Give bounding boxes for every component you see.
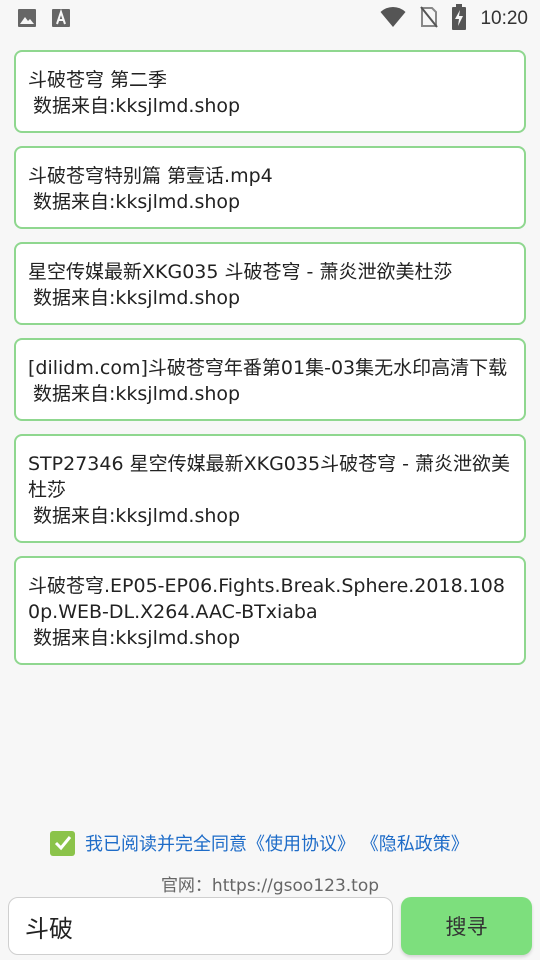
no-sim-icon: [420, 5, 439, 33]
result-source: 数据来自:kksjlmd.shop: [33, 287, 241, 309]
result-title: 斗破苍穹.EP05-EP06.Fights.Break.Sphere.2018.…: [28, 575, 505, 623]
battery-charging-icon: [452, 4, 467, 34]
wifi-icon: [380, 6, 406, 32]
result-source: 数据来自:kksjlmd.shop: [33, 383, 241, 405]
result-title: 斗破苍穹特别篇 第壹话.mp4: [28, 165, 273, 187]
result-source: 数据来自:kksjlmd.shop: [33, 627, 241, 649]
image-icon: [18, 9, 36, 31]
search-button[interactable]: 搜寻: [401, 897, 532, 955]
result-card[interactable]: 斗破苍穹 第二季 数据来自:kksjlmd.shop: [14, 50, 526, 133]
status-bar: 10:20: [0, 0, 540, 36]
search-input[interactable]: [8, 897, 393, 955]
result-title: [dilidm.com]斗破苍穹年番第01集-03集无水印高清下载: [28, 357, 508, 379]
result-title: 斗破苍穹 第二季: [28, 69, 168, 91]
result-card[interactable]: STP27346 星空传媒最新XKG035斗破苍穹 - 萧炎泄欲美杜莎 数据来自…: [14, 434, 526, 543]
text-a-icon: [52, 8, 70, 31]
result-title: STP27346 星空传媒最新XKG035斗破苍穹 - 萧炎泄欲美杜莎: [28, 453, 511, 501]
result-source: 数据来自:kksjlmd.shop: [33, 191, 241, 213]
clock: 10:20: [480, 8, 528, 29]
result-source: 数据来自:kksjlmd.shop: [33, 505, 241, 527]
user-agreement-link[interactable]: 《使用协议》: [247, 834, 355, 855]
agree-text: 我已阅读并完全同意: [85, 834, 247, 855]
result-card[interactable]: 斗破苍穹特别篇 第壹话.mp4 数据来自:kksjlmd.shop: [14, 146, 526, 229]
results-list: 斗破苍穹 第二季 数据来自:kksjlmd.shop 斗破苍穹特别篇 第壹话.m…: [14, 50, 526, 678]
checkmark-icon: [54, 836, 71, 851]
result-card[interactable]: 星空传媒最新XKG035 斗破苍穹 - 萧炎泄欲美杜莎 数据来自:kksjlmd…: [14, 242, 526, 325]
privacy-policy-link[interactable]: 《隐私政策》: [361, 834, 469, 855]
agree-checkbox[interactable]: [50, 830, 75, 856]
result-title: 星空传媒最新XKG035 斗破苍穹 - 萧炎泄欲美杜莎: [28, 261, 453, 283]
official-website: 官网：https://gsoo123.top: [160, 876, 380, 896]
result-card[interactable]: 斗破苍穹.EP05-EP06.Fights.Break.Sphere.2018.…: [14, 556, 526, 665]
agreement-row: 我已阅读并完全同意《使用协议》 《隐私政策》: [50, 830, 469, 856]
result-card[interactable]: [dilidm.com]斗破苍穹年番第01集-03集无水印高清下载 数据来自:k…: [14, 338, 526, 421]
result-source: 数据来自:kksjlmd.shop: [33, 95, 241, 117]
